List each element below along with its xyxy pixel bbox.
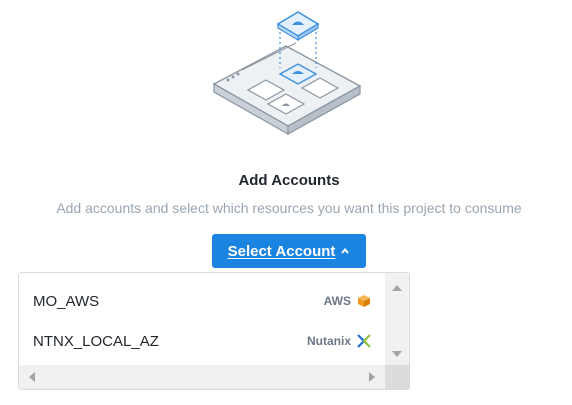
scrollbar-corner (385, 365, 409, 389)
scroll-left-icon[interactable] (29, 372, 35, 382)
page-subtitle: Add accounts and select which resources … (56, 200, 522, 216)
aws-cube-icon (358, 295, 370, 307)
accounts-illustration (212, 11, 362, 136)
account-dropdown: MO_AWS AWS NTNX_LOCAL_AZ Nutanix (18, 272, 410, 390)
horizontal-scrollbar[interactable] (19, 365, 385, 389)
nutanix-x-icon (357, 334, 371, 348)
provider-label: AWS (323, 294, 351, 308)
account-option-ntnx-local-az[interactable]: NTNX_LOCAL_AZ Nutanix (19, 321, 385, 361)
account-option-mo-aws[interactable]: MO_AWS AWS (19, 281, 385, 321)
page-title: Add Accounts (238, 172, 340, 189)
select-account-label: Select Account (227, 242, 336, 260)
provider-label: Nutanix (306, 334, 351, 348)
account-name: NTNX_LOCAL_AZ (33, 332, 159, 350)
scroll-up-icon[interactable] (392, 285, 402, 291)
scroll-right-icon[interactable] (369, 372, 375, 382)
select-account-button[interactable]: Select Account (212, 234, 366, 268)
chevron-up-icon (341, 247, 350, 254)
account-name: MO_AWS (33, 292, 100, 310)
scroll-down-icon[interactable] (392, 351, 402, 357)
vertical-scrollbar[interactable] (385, 273, 409, 365)
